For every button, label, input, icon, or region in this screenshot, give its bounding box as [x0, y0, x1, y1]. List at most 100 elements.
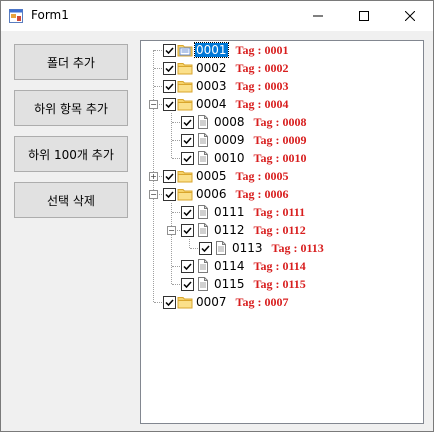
node-checkbox[interactable]: [181, 277, 194, 291]
tree-node[interactable]: 0006 Tag : 0006: [163, 185, 288, 203]
maximize-icon: [359, 11, 369, 21]
node-checkbox[interactable]: [181, 259, 194, 273]
node-checkbox[interactable]: [181, 151, 194, 165]
tree-node[interactable]: 0001 Tag : 0001: [163, 41, 288, 59]
add-folder-button[interactable]: 폴더 추가: [14, 44, 128, 80]
collapse-toggle[interactable]: −: [167, 226, 176, 235]
node-label[interactable]: 0008: [213, 115, 246, 129]
tree-line: [154, 68, 162, 69]
collapse-toggle[interactable]: −: [149, 190, 158, 199]
add-100-children-button[interactable]: 하위 100개 추가: [14, 136, 128, 172]
file-icon: [195, 276, 211, 292]
tree-line: [171, 203, 172, 284]
file-icon: [195, 132, 211, 148]
tree-node[interactable]: 0111 Tag : 0111: [181, 203, 305, 221]
node-tag: Tag : 0113: [271, 240, 324, 255]
folder-icon: [177, 186, 193, 202]
tree-line: [171, 113, 172, 158]
file-icon: [195, 204, 211, 220]
folder-icon: [177, 78, 193, 94]
node-checkbox[interactable]: [163, 43, 176, 57]
node-tag: Tag : 0008: [253, 114, 307, 129]
node-tag: Tag : 0009: [253, 132, 307, 147]
file-icon: [195, 258, 211, 274]
node-label[interactable]: 0010: [213, 151, 246, 165]
node-checkbox[interactable]: [163, 295, 176, 309]
file-icon: [195, 114, 211, 130]
tree-node[interactable]: 0010 Tag : 0010: [181, 149, 306, 167]
node-checkbox[interactable]: [163, 169, 176, 183]
tree-node[interactable]: 0002 Tag : 0002: [163, 59, 288, 77]
node-checkbox[interactable]: [163, 97, 176, 111]
tree-node[interactable]: 0008 Tag : 0008: [181, 113, 306, 131]
node-tag: Tag : 0112: [253, 222, 306, 237]
node-tag: Tag : 0005: [235, 168, 289, 183]
folder-icon: [177, 168, 193, 184]
tree-line: [172, 122, 180, 123]
node-tag: Tag : 0004: [235, 96, 289, 111]
tree-line: [154, 302, 162, 303]
file-icon: [195, 150, 211, 166]
tree-line: [172, 212, 180, 213]
node-tag: Tag : 0114: [253, 258, 306, 273]
node-label[interactable]: 0001: [194, 42, 229, 58]
minimize-button[interactable]: [295, 1, 341, 31]
close-button[interactable]: [387, 1, 433, 31]
file-icon: [213, 240, 229, 256]
node-tag: Tag : 0002: [235, 60, 289, 75]
node-label[interactable]: 0002: [195, 61, 228, 75]
expand-toggle[interactable]: +: [149, 172, 158, 181]
node-tag: Tag : 0010: [253, 150, 307, 165]
node-checkbox[interactable]: [163, 79, 176, 93]
tree-line: [172, 266, 180, 267]
node-label[interactable]: 0009: [213, 133, 246, 147]
tree-line: [172, 140, 180, 141]
node-tag: Tag : 0003: [235, 78, 289, 93]
node-label[interactable]: 0111: [213, 205, 246, 219]
close-icon: [405, 11, 415, 21]
tree-node[interactable]: 0112 Tag : 0112: [181, 221, 306, 239]
tree-line: [154, 86, 162, 87]
tree-node[interactable]: 0009 Tag : 0009: [181, 131, 306, 149]
node-label[interactable]: 0006: [195, 187, 228, 201]
minimize-icon: [313, 15, 323, 17]
node-checkbox[interactable]: [199, 241, 212, 255]
tree-node[interactable]: 0003 Tag : 0003: [163, 77, 288, 95]
client-area: 폴더 추가 하위 항목 추가 하위 100개 추가 선택 삭제 − + − − …: [1, 31, 433, 431]
node-label[interactable]: 0114: [213, 259, 246, 273]
tree-node[interactable]: 0005 Tag : 0005: [163, 167, 288, 185]
tree-node[interactable]: 0007 Tag : 0007: [163, 293, 288, 311]
folder-icon: [177, 60, 193, 76]
tree-view[interactable]: − + − − 0001 Tag : 0001 0002 Tag : 0002 0003…: [140, 40, 424, 424]
maximize-button[interactable]: [341, 1, 387, 31]
node-label[interactable]: 0004: [195, 97, 228, 111]
title-bar: Form1: [1, 1, 433, 31]
file-icon: [195, 222, 211, 238]
node-label[interactable]: 0003: [195, 79, 228, 93]
node-tag: Tag : 0111: [253, 204, 306, 219]
node-label[interactable]: 0005: [195, 169, 228, 183]
node-checkbox[interactable]: [163, 187, 176, 201]
delete-selected-button[interactable]: 선택 삭제: [14, 182, 128, 218]
node-label[interactable]: 0007: [195, 295, 228, 309]
node-checkbox[interactable]: [181, 205, 194, 219]
tree-node[interactable]: 0004 Tag : 0004: [163, 95, 288, 113]
collapse-toggle[interactable]: −: [149, 100, 158, 109]
node-label[interactable]: 0112: [213, 223, 246, 237]
node-label[interactable]: 0115: [213, 277, 246, 291]
window-title: Form1: [31, 8, 69, 22]
tree-line: [154, 50, 162, 51]
node-tag: Tag : 0115: [253, 276, 306, 291]
node-checkbox[interactable]: [181, 133, 194, 147]
tree-node[interactable]: 0114 Tag : 0114: [181, 257, 306, 275]
node-checkbox[interactable]: [181, 115, 194, 129]
tree-node[interactable]: 0113 Tag : 0113: [199, 239, 324, 257]
tree-line: [189, 239, 190, 248]
node-checkbox[interactable]: [163, 61, 176, 75]
node-label[interactable]: 0113: [231, 241, 264, 255]
add-child-button[interactable]: 하위 항목 추가: [14, 90, 128, 126]
node-checkbox[interactable]: [181, 223, 194, 237]
node-tag: Tag : 0007: [235, 294, 289, 309]
tree-node[interactable]: 0115 Tag : 0115: [181, 275, 306, 293]
tree-line: [172, 158, 180, 159]
